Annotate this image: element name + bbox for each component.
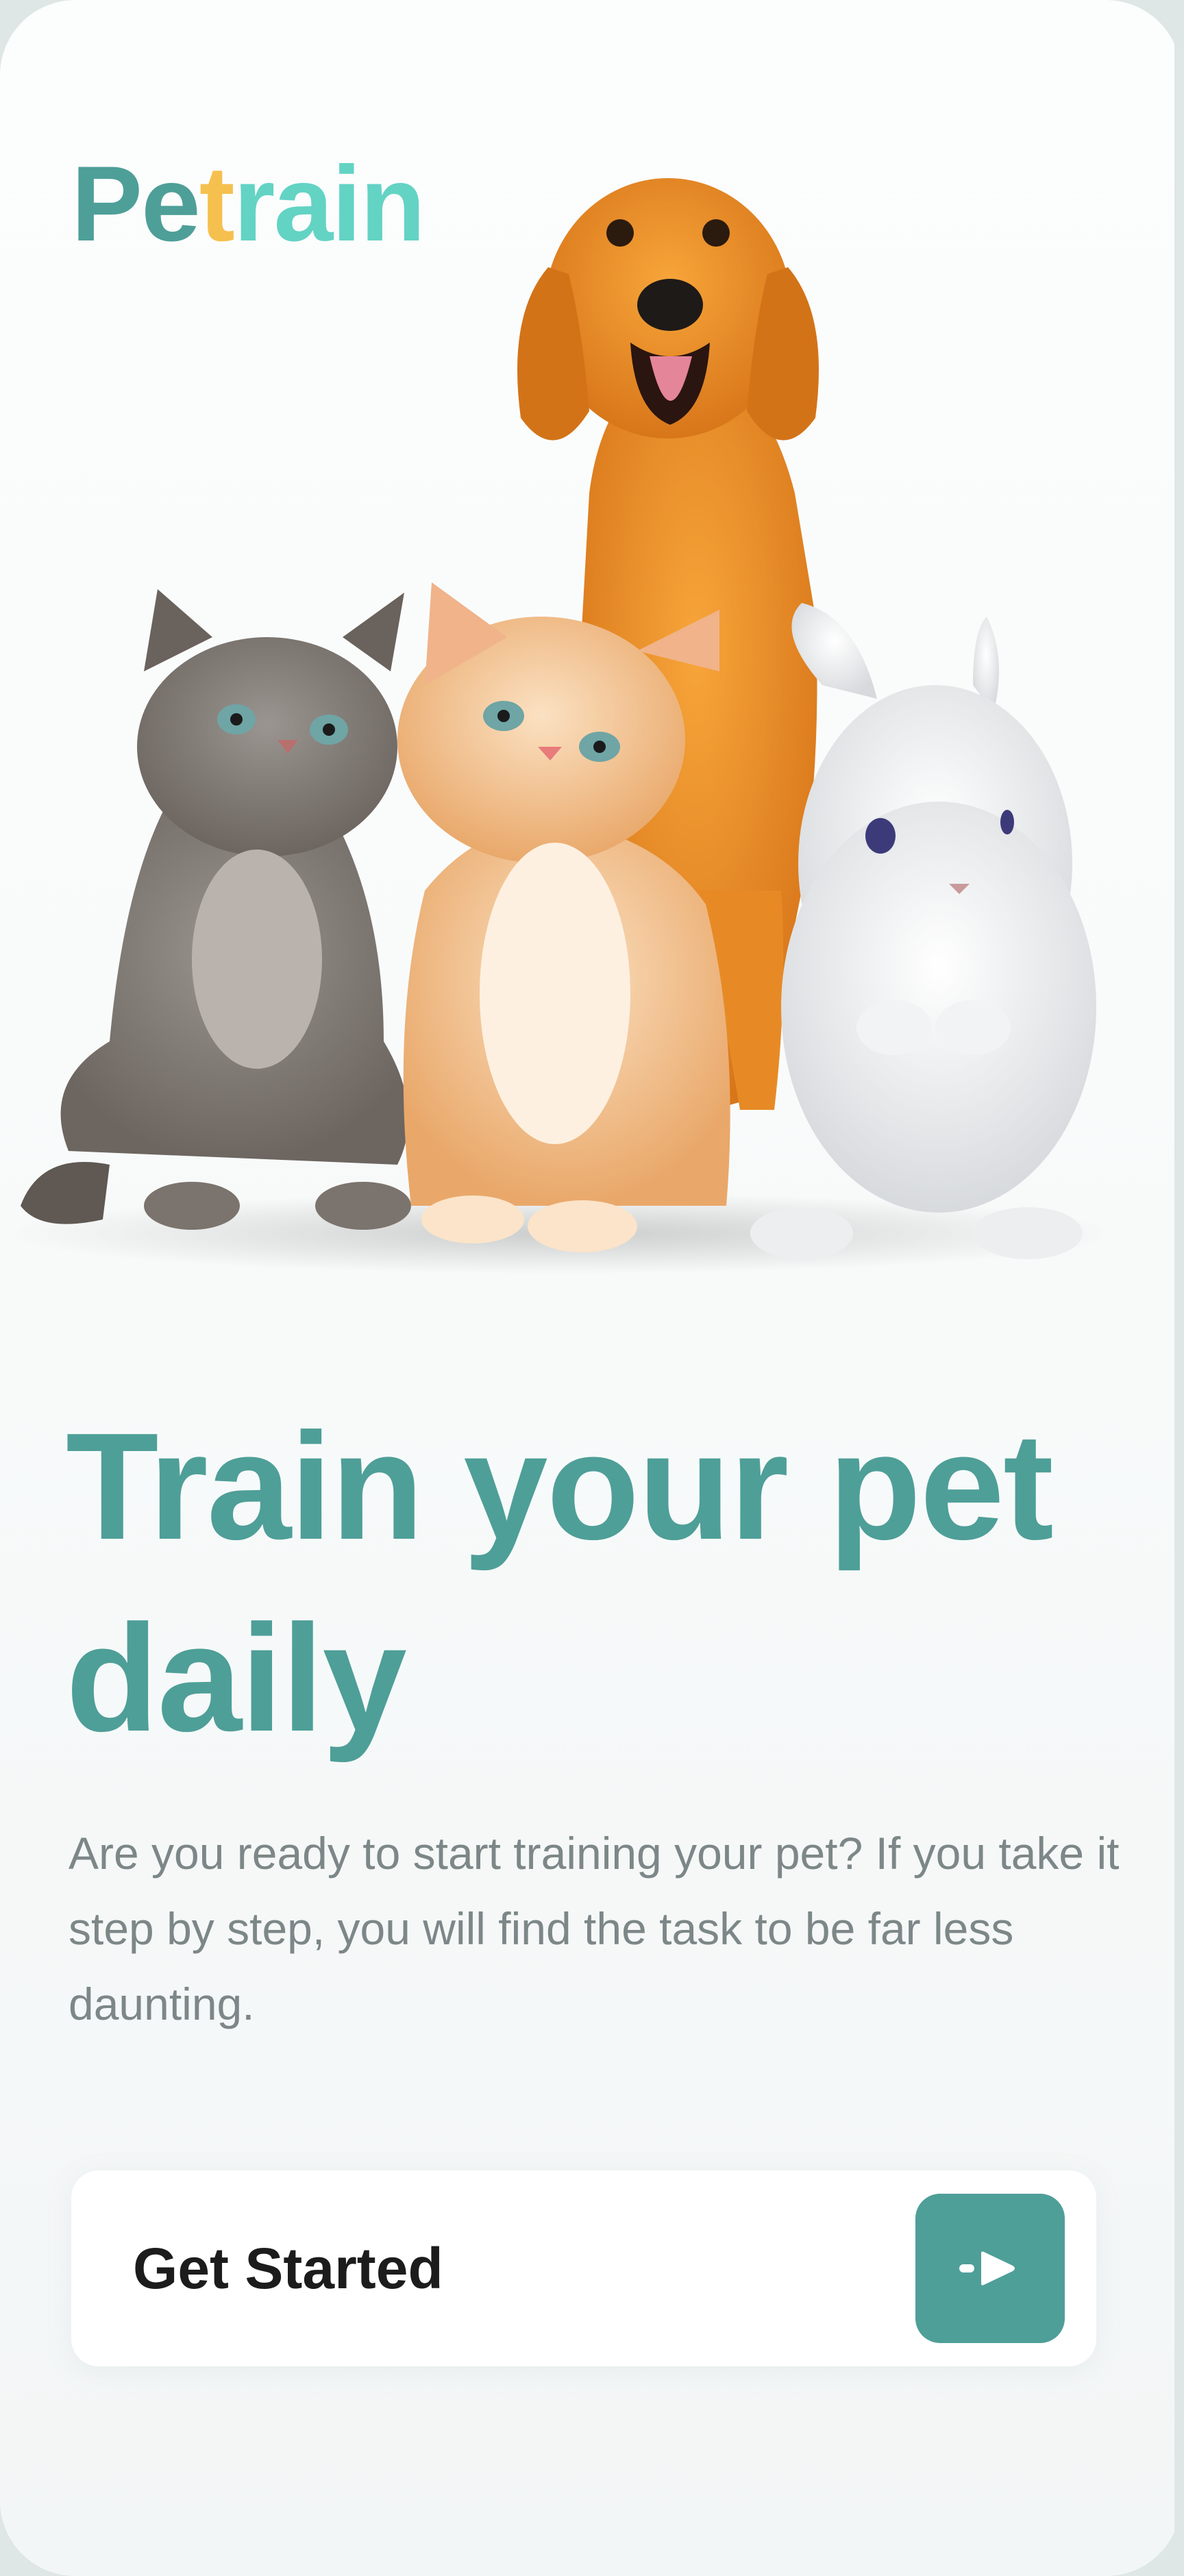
get-started-button[interactable] xyxy=(915,2194,1065,2343)
get-started-label: Get Started xyxy=(133,2236,443,2301)
get-started-card[interactable]: Get Started xyxy=(71,2170,1096,2366)
device-edge xyxy=(1174,0,1184,2564)
gray-kitten-figure xyxy=(21,589,411,1230)
arrow-right-icon xyxy=(959,2251,1015,2286)
onboarding-screen: Petrain Train your pet daily Are you rea… xyxy=(0,0,1181,2576)
hero-pets-image xyxy=(0,137,1181,1315)
onboarding-headline: Train your pet daily xyxy=(66,1402,1054,1763)
onboarding-description: Are you ready to start training your pet… xyxy=(69,1828,1120,2029)
